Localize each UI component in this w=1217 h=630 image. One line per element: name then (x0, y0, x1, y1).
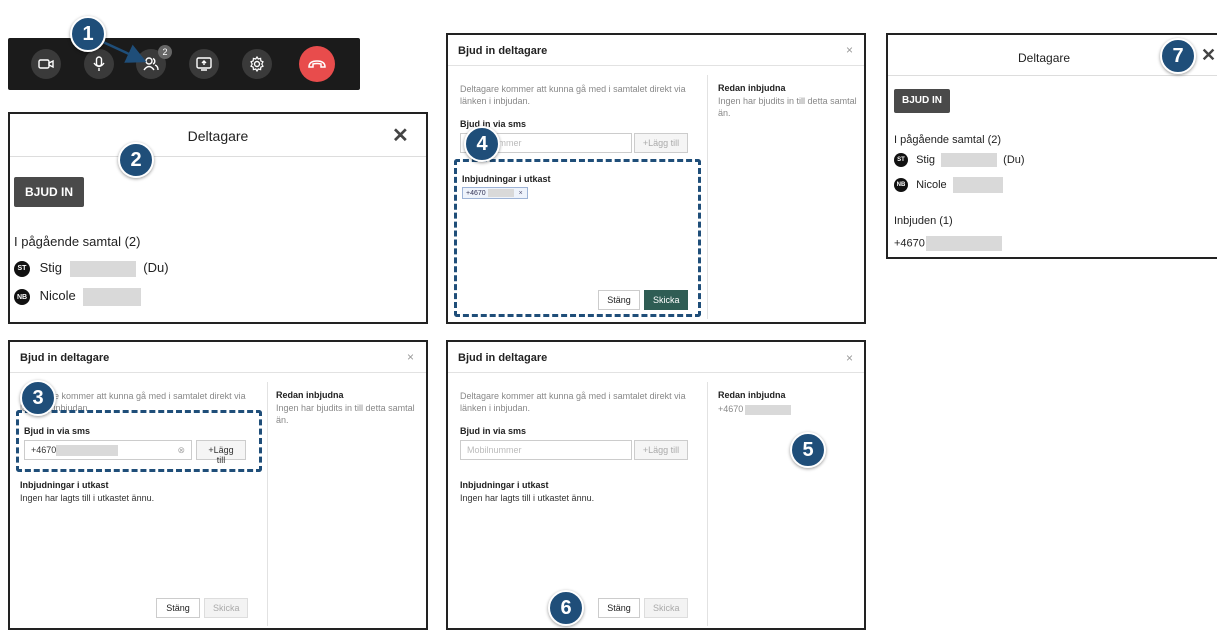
step-badge-3: 3 (20, 380, 56, 416)
drafts-empty-text: Ingen har lagts till i utkastet ännu. (460, 493, 595, 503)
column-divider (707, 382, 708, 626)
member-name: Stig (39, 260, 63, 275)
phone-input[interactable]: Mobilnummer (460, 440, 632, 460)
step-badge-7: 7 (1160, 38, 1196, 74)
avatar: ST (894, 153, 908, 167)
close-button[interactable]: Stäng (598, 598, 640, 618)
intro-text: Deltagare kommer att kunna gå med i samt… (460, 84, 686, 106)
member-row: NB Nicole (14, 288, 142, 306)
step-badge-5: 5 (790, 432, 826, 468)
header-divider (10, 372, 426, 373)
member-name: Nicole (916, 178, 947, 191)
highlight-drafts (454, 159, 701, 317)
intro-text: Deltagare kommer att kunna gå med i samt… (460, 391, 686, 413)
in-call-heading: I pågående samtal (2) (894, 134, 1002, 146)
step-badge-4: 4 (464, 126, 500, 162)
header-divider (448, 65, 864, 66)
redacted-surname (952, 177, 1003, 193)
drafts-label: Inbjudningar i utkast (20, 480, 109, 490)
avatar: NB (14, 289, 30, 305)
participants-title: Deltagare (187, 128, 249, 144)
already-invited-label: Redan inbjudna (276, 390, 344, 400)
column-divider (267, 382, 268, 626)
dialog-title: Bjud in deltagare (20, 352, 110, 364)
member-name: Nicole (39, 288, 76, 304)
drafts-empty-text: Ingen har lagts till i utkastet ännu. (20, 493, 155, 503)
member-suffix: (Du) (1003, 153, 1025, 166)
redacted-digits (745, 404, 792, 415)
already-invited-label: Redan inbjudna (718, 390, 786, 400)
invite-dialog-5: Bjud in deltagare × Deltagare kommer att… (446, 340, 866, 630)
already-invited-value: +4670 (718, 404, 744, 414)
member-row: ST Stig (Du) (14, 260, 169, 277)
send-button[interactable]: Skicka (204, 598, 248, 618)
close-icon[interactable]: × (407, 350, 414, 364)
step-badge-2: 2 (118, 142, 154, 178)
member-row: NB Nicole (894, 177, 1003, 193)
step-badge-1: 1 (70, 16, 106, 52)
invited-heading: Inbjuden (1) (894, 215, 953, 227)
invite-button[interactable]: BJUD IN (894, 89, 950, 113)
close-icon[interactable]: ✕ (392, 123, 409, 148)
close-icon[interactable]: ✕ (1201, 45, 1216, 66)
member-name: Stig (916, 153, 936, 166)
already-invited-empty: Ingen har bjudits in till detta samtal ä… (718, 96, 857, 118)
drafts-label: Inbjudningar i utkast (460, 480, 549, 490)
redacted-digits (925, 236, 1002, 251)
close-button[interactable]: Stäng (156, 598, 200, 618)
add-button[interactable]: +Lägg till (634, 440, 688, 460)
member-suffix: (Du) (143, 260, 169, 275)
invite-dialog-3: Bjud in deltagare × Deltagare kommer att… (8, 340, 428, 630)
member-row: ST Stig (Du) (894, 153, 1025, 167)
participants-title: Deltagare (1018, 51, 1071, 65)
add-button[interactable]: +Lägg till (634, 133, 688, 153)
redacted-surname (941, 153, 998, 167)
avatar: ST (14, 260, 30, 277)
dialog-title: Bjud in deltagare (458, 352, 548, 364)
header-divider (448, 372, 864, 373)
already-invited-row: +4670 (718, 404, 792, 415)
send-button[interactable]: Skicka (644, 598, 688, 618)
column-divider (707, 75, 708, 319)
sms-label: Bjud in via sms (460, 426, 527, 436)
close-icon[interactable]: × (846, 43, 853, 57)
already-invited-label: Redan inbjudna (718, 83, 786, 93)
avatar: NB (894, 178, 908, 192)
in-call-heading: I pågående samtal (2) (14, 234, 141, 249)
highlight-sms-field (16, 410, 262, 472)
participants-panel-large: Deltagare ✕ BJUD IN I pågående samtal (2… (8, 112, 428, 324)
dialog-title: Bjud in deltagare (458, 45, 548, 57)
redacted-surname (83, 288, 142, 306)
header-divider (10, 156, 426, 157)
sms-label: Bjud in via sms (460, 119, 527, 129)
invite-button[interactable]: BJUD IN (14, 177, 84, 207)
invited-value: +4670 (894, 237, 925, 250)
close-icon[interactable]: × (846, 351, 853, 365)
already-invited-empty: Ingen har bjudits in till detta samtal ä… (276, 403, 415, 425)
invited-row: +4670 (894, 236, 1002, 251)
header-divider (888, 75, 1217, 76)
redacted-surname (69, 260, 136, 277)
step-badge-6: 6 (548, 590, 584, 626)
